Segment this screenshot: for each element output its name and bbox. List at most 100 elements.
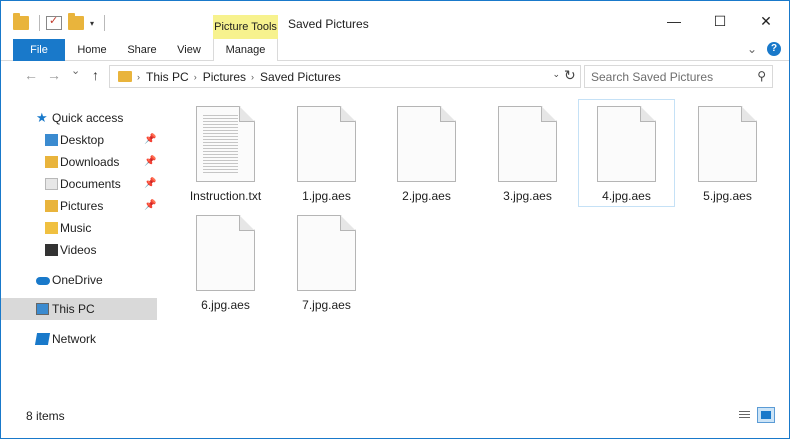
file-name: 6.jpg.aes	[201, 298, 250, 312]
help-icon[interactable]: ?	[767, 42, 781, 56]
address-bar[interactable]: › This PC › Pictures › Saved Pictures ⌄	[109, 65, 581, 88]
file-item[interactable]: 3.jpg.aes	[479, 99, 576, 207]
network-icon	[34, 333, 51, 345]
sidebar-item-label: Desktop	[60, 133, 105, 147]
file-name: 2.jpg.aes	[402, 189, 451, 203]
sidebar-item-videos[interactable]: Videos	[1, 239, 157, 261]
documents-icon	[45, 178, 58, 190]
breadcrumb-saved-pictures[interactable]: Saved Pictures	[260, 70, 341, 84]
cloud-icon	[36, 277, 50, 285]
tab-share[interactable]: Share	[121, 39, 163, 61]
recent-locations-button[interactable]: ⌄	[71, 64, 80, 77]
sidebar-item-label: Quick access	[52, 111, 124, 125]
minimize-button[interactable]: —	[651, 9, 697, 33]
sidebar-item-label: Pictures	[60, 199, 104, 213]
file-name: 4.jpg.aes	[602, 189, 651, 203]
explorer-window: ▾ Picture Tools Saved Pictures — ☐ ✕ Fil…	[0, 0, 790, 439]
sidebar-item-quick-access[interactable]: ★ Quick access	[1, 107, 157, 129]
file-item[interactable]: 1.jpg.aes	[278, 99, 375, 207]
new-folder-icon[interactable]	[68, 13, 84, 30]
videos-icon	[45, 244, 58, 256]
tab-home[interactable]: Home	[71, 39, 113, 61]
breadcrumb-pictures[interactable]: Pictures	[203, 70, 246, 84]
sidebar-item-label: Downloads	[60, 155, 120, 169]
chevron-right-icon[interactable]: ›	[251, 72, 254, 82]
file-icon	[698, 106, 757, 182]
tab-file[interactable]: File	[13, 39, 65, 61]
sidebar-item-downloads[interactable]: Downloads 📌	[1, 151, 157, 173]
item-count: 8 items	[26, 409, 65, 423]
file-item[interactable]: 6.jpg.aes	[177, 208, 274, 316]
caption-buttons: — ☐ ✕	[651, 9, 789, 33]
forward-button[interactable]: →	[47, 67, 61, 83]
file-icon	[297, 215, 356, 291]
computer-icon	[36, 303, 49, 315]
chevron-right-icon[interactable]: ›	[137, 72, 140, 82]
file-icon	[397, 106, 456, 182]
sidebar-item-label: OneDrive	[52, 273, 103, 287]
sidebar-item-label: Network	[52, 332, 97, 346]
sidebar-item-label: This PC	[52, 302, 95, 316]
folder-icon	[118, 71, 132, 82]
file-item[interactable]: 4.jpg.aes	[578, 99, 675, 207]
desktop-icon	[45, 134, 58, 146]
pin-icon[interactable]: 📌	[144, 129, 156, 151]
chevron-right-icon[interactable]: ›	[194, 72, 197, 82]
music-icon	[45, 222, 58, 234]
file-item[interactable]: 2.jpg.aes	[378, 99, 475, 207]
pin-icon[interactable]: 📌	[144, 173, 156, 195]
close-button[interactable]: ✕	[743, 9, 789, 33]
file-icon	[196, 215, 255, 291]
file-item[interactable]: 5.jpg.aes	[679, 99, 776, 207]
sidebar-item-label: Music	[60, 221, 92, 235]
downloads-icon	[45, 156, 58, 168]
search-box[interactable]: ⚲	[584, 65, 773, 88]
view-switcher	[735, 407, 775, 423]
sidebar-item-network[interactable]: Network	[1, 328, 157, 350]
picture-tools-context-tab: Picture Tools	[213, 15, 278, 39]
sidebar-item-this-pc[interactable]: This PC	[1, 298, 157, 320]
refresh-icon[interactable]: ↻	[564, 67, 576, 84]
pin-icon[interactable]: 📌	[144, 151, 156, 173]
sidebar-item-desktop[interactable]: Desktop 📌	[1, 129, 157, 151]
folder-icon[interactable]	[13, 13, 29, 30]
file-list: Instruction.txt 1.jpg.aes 2.jpg.aes 3.jp…	[171, 97, 781, 397]
file-name: 7.jpg.aes	[302, 298, 351, 312]
file-icon	[498, 106, 557, 182]
file-name: 1.jpg.aes	[302, 189, 351, 203]
file-icon	[597, 106, 656, 182]
toolbar-divider	[39, 15, 40, 31]
search-icon[interactable]: ⚲	[757, 69, 766, 83]
address-dropdown-icon[interactable]: ⌄	[552, 69, 560, 80]
tab-manage[interactable]: Manage	[213, 39, 278, 62]
maximize-button[interactable]: ☐	[697, 9, 743, 33]
star-icon: ★	[36, 110, 48, 125]
window-title: Saved Pictures	[288, 17, 369, 31]
title-bar: ▾ Picture Tools Saved Pictures — ☐ ✕	[1, 1, 789, 39]
file-item[interactable]: 7.jpg.aes	[278, 208, 375, 316]
customize-toolbar-icon[interactable]: ▾	[90, 19, 94, 28]
pin-icon[interactable]: 📌	[144, 195, 156, 217]
up-button[interactable]: ↑	[92, 67, 99, 83]
sidebar-item-documents[interactable]: Documents 📌	[1, 173, 157, 195]
sidebar-item-pictures[interactable]: Pictures 📌	[1, 195, 157, 217]
sidebar-item-music[interactable]: Music	[1, 217, 157, 239]
navigation-bar: ← → ⌄ ↑ › This PC › Pictures › Saved Pic…	[1, 61, 789, 93]
file-icon	[297, 106, 356, 182]
chevron-down-icon[interactable]: ⌄	[747, 42, 757, 56]
properties-icon[interactable]	[46, 14, 62, 30]
breadcrumb-this-pc[interactable]: This PC	[146, 70, 189, 84]
sidebar-item-label: Videos	[60, 243, 97, 257]
file-item[interactable]: Instruction.txt	[177, 99, 274, 207]
details-view-icon[interactable]	[735, 407, 753, 423]
sidebar-item-onedrive[interactable]: OneDrive	[1, 269, 157, 291]
toolbar-divider	[104, 15, 106, 31]
navigation-pane: ★ Quick access Desktop 📌 Downloads 📌 Doc…	[1, 97, 157, 397]
tab-view[interactable]: View	[169, 39, 209, 61]
file-name: 3.jpg.aes	[503, 189, 552, 203]
ribbon-right-controls: ⌄ ?	[747, 42, 781, 56]
status-bar: 8 items	[1, 405, 789, 427]
search-input[interactable]	[591, 66, 751, 87]
back-button[interactable]: ←	[24, 67, 38, 83]
large-icons-view-icon[interactable]	[757, 407, 775, 423]
